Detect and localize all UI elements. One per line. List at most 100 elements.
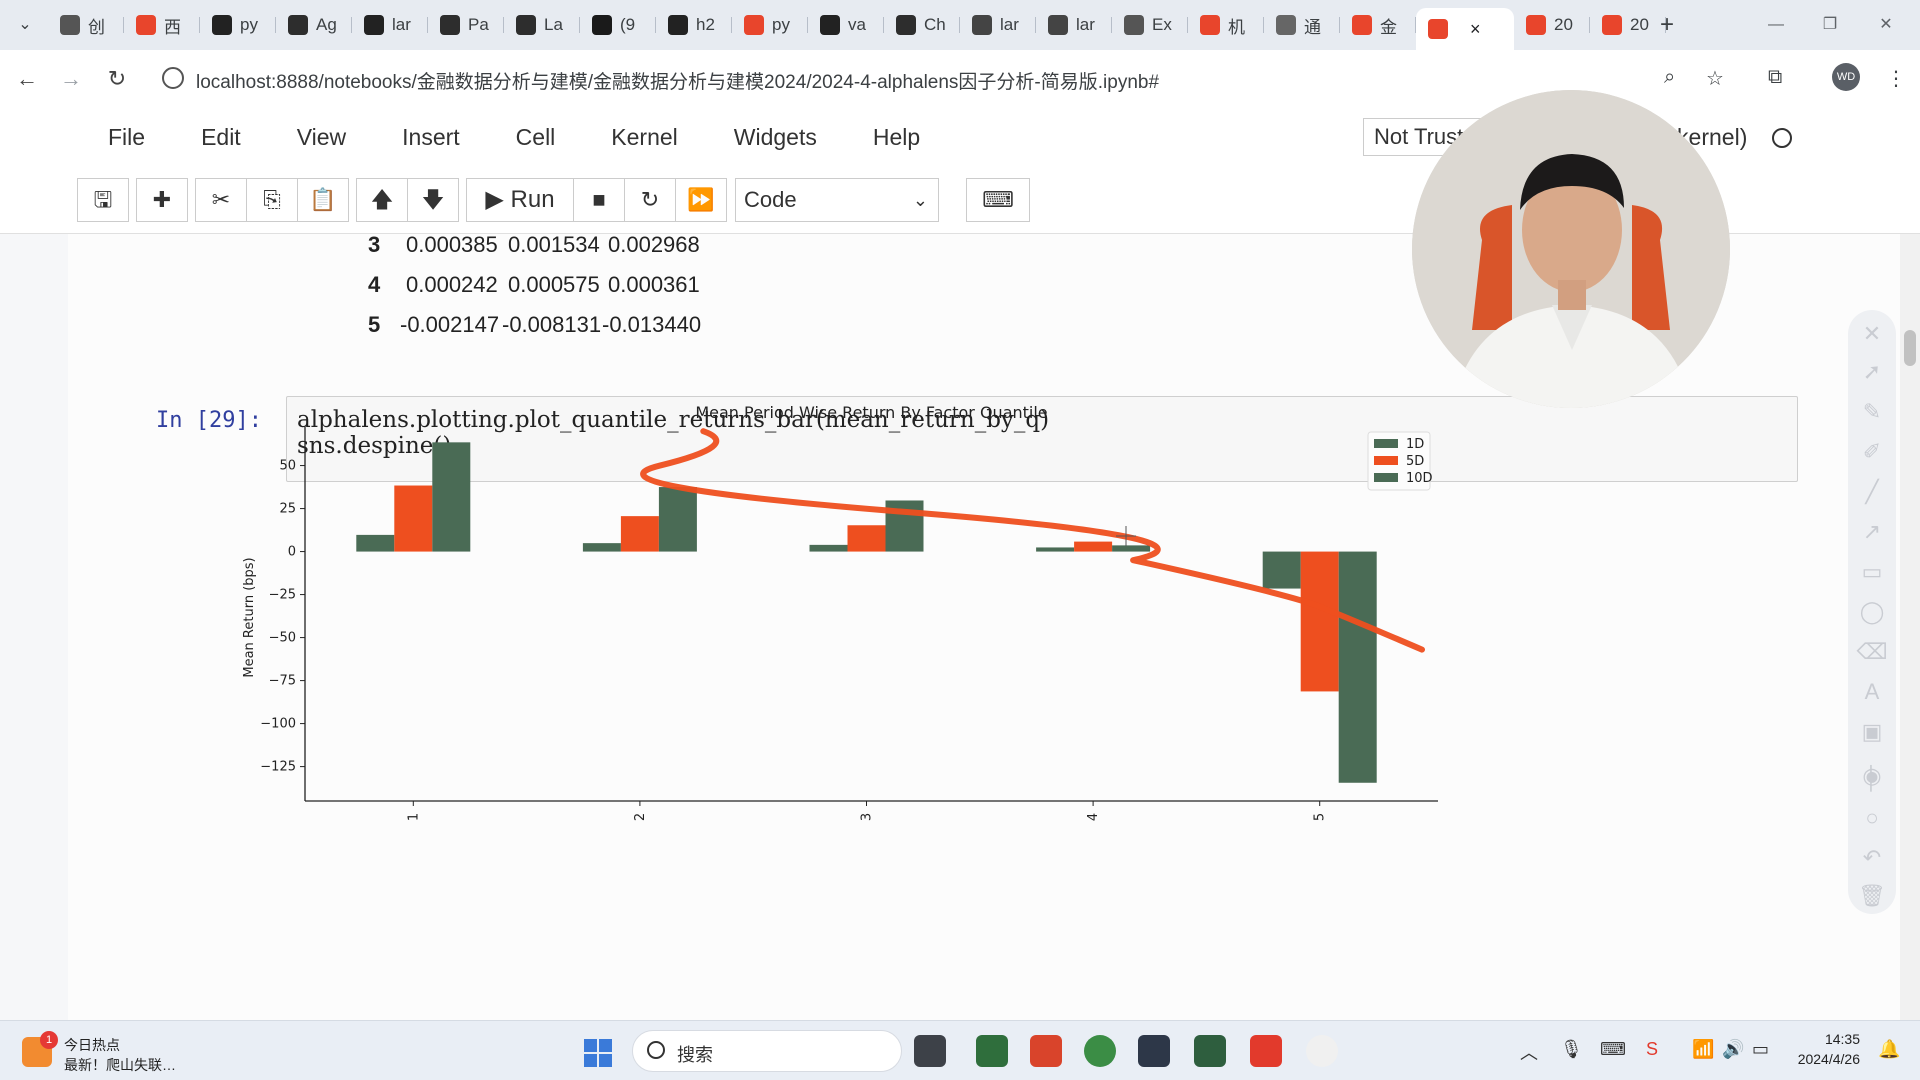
tab-search-icon[interactable]: ⌄ — [10, 10, 40, 40]
new-tab-button[interactable]: + — [1652, 10, 1682, 40]
tab-7[interactable]: (9 — [580, 8, 656, 42]
close-icon[interactable]: ✕ — [1848, 316, 1896, 352]
arrow-icon[interactable]: ↗ — [1848, 514, 1896, 550]
tab-3[interactable]: Ag — [276, 8, 352, 42]
url-text[interactable]: localhost:8888/notebooks/金融数据分析与建模/金融数据分… — [196, 67, 1159, 94]
windows-start-icon[interactable] — [584, 1039, 612, 1067]
tab-extra-0[interactable]: 20 — [1514, 8, 1590, 42]
minimize-button[interactable]: — — [1756, 10, 1796, 40]
page-scrollbar[interactable] — [1900, 234, 1920, 1020]
move-down-icon[interactable]: 🡇 — [407, 178, 459, 222]
tab-15[interactable]: 机 — [1188, 8, 1264, 42]
browser-menu-icon[interactable]: ⋮ — [1886, 66, 1906, 91]
eraser-icon[interactable]: ⌫ — [1848, 634, 1896, 670]
folder-app-icon[interactable] — [1030, 1035, 1062, 1067]
legend-swatch-1d — [1374, 439, 1398, 448]
restart-icon[interactable]: ↻ — [624, 178, 676, 222]
circle-icon[interactable]: ○ — [1848, 800, 1896, 836]
close-window-button[interactable]: ✕ — [1866, 10, 1906, 40]
menu-file[interactable]: File — [108, 124, 145, 151]
tab-active[interactable]: × — [1416, 8, 1514, 50]
menu-view[interactable]: View — [297, 124, 346, 151]
highlighter-icon[interactable]: ✐ — [1848, 434, 1896, 470]
reload-icon[interactable]: ↻ — [102, 64, 132, 94]
site-info-icon[interactable] — [162, 67, 184, 89]
news-widget[interactable]: 1 今日热点 最新！爬山失联… — [22, 1031, 222, 1073]
battery-icon[interactable]: ▭ — [1752, 1039, 1769, 1060]
profile-avatar[interactable]: WD — [1832, 63, 1860, 91]
extensions-icon[interactable]: ⧉ — [1768, 66, 1782, 89]
tab-12[interactable]: lar — [960, 8, 1036, 42]
record-icon[interactable]: ◉ — [1848, 758, 1896, 794]
tray-chevron-icon[interactable]: ︿ — [1520, 1039, 1538, 1065]
scroll-thumb[interactable] — [1904, 330, 1916, 366]
tab-0[interactable]: 创 — [48, 8, 124, 42]
wifi-icon[interactable]: 📶 — [1692, 1039, 1714, 1060]
tab-16[interactable]: 通 — [1264, 8, 1340, 42]
taskbar-search[interactable]: 搜索 — [632, 1030, 902, 1072]
run-button[interactable]: ▶ Run — [466, 178, 574, 222]
tab-4[interactable]: lar — [352, 8, 428, 42]
menu-help[interactable]: Help — [873, 124, 920, 151]
move-up-icon[interactable]: 🡅 — [356, 178, 408, 222]
tab-5[interactable]: Pa — [428, 8, 504, 42]
terminal-app-icon[interactable] — [976, 1035, 1008, 1067]
tab-13[interactable]: lar — [1036, 8, 1112, 42]
image-icon[interactable]: ▣ — [1848, 714, 1896, 750]
interrupt-icon[interactable]: ■ — [573, 178, 625, 222]
undo-icon[interactable]: ↶ — [1848, 840, 1896, 876]
task-view-icon[interactable] — [914, 1035, 946, 1067]
clock[interactable]: 14:35 2024/4/26 — [1770, 1029, 1860, 1069]
cut-icon[interactable]: ✂ — [195, 178, 247, 222]
line-icon[interactable]: ╱ — [1848, 474, 1896, 510]
forward-icon[interactable]: → — [56, 64, 86, 94]
restore-button[interactable]: ❐ — [1810, 10, 1850, 40]
tab-11[interactable]: Ch — [884, 8, 960, 42]
tab-list: 创 西 py Ag lar Pa La (9 h2 py va Ch lar lar Ex 机 通 金 × 20 20 — [48, 8, 1666, 50]
notification-icon[interactable]: 🔔 — [1878, 1039, 1900, 1060]
paste-icon[interactable]: 📋 — [297, 178, 349, 222]
pycharm-app-icon[interactable] — [1194, 1035, 1226, 1067]
copy-icon[interactable]: ⎘ — [246, 178, 298, 222]
wps-app-icon[interactable] — [1250, 1035, 1282, 1067]
menu-edit[interactable]: Edit — [201, 124, 241, 151]
news-subtitle: 最新！爬山失联… — [64, 1057, 176, 1073]
ime-icon[interactable]: ⌨ — [1600, 1039, 1626, 1060]
tab-14[interactable]: Ex — [1112, 8, 1188, 42]
tab-close-icon[interactable]: × — [1470, 19, 1481, 40]
pen-icon[interactable]: ✎ — [1848, 394, 1896, 430]
restart-run-all-icon[interactable]: ⏩ — [675, 178, 727, 222]
volume-icon[interactable]: 🔊 — [1722, 1039, 1744, 1060]
menu-cell[interactable]: Cell — [516, 124, 556, 151]
back-icon[interactable]: ← — [12, 64, 42, 94]
rectangle-icon[interactable]: ▭ — [1848, 554, 1896, 590]
recorder-app-icon[interactable] — [1306, 1035, 1338, 1067]
microphone-icon[interactable]: 🎙 — [1560, 1039, 1583, 1060]
tab-8[interactable]: h2 — [656, 8, 732, 42]
chrome-app-icon[interactable] — [1084, 1035, 1116, 1067]
tab-17[interactable]: 金 — [1340, 8, 1416, 42]
cell-type-select[interactable]: Code ⌄ — [735, 178, 939, 222]
console-app-icon[interactable] — [1138, 1035, 1170, 1067]
tab-2[interactable]: py — [200, 8, 276, 42]
tab-6-favicon-icon — [516, 15, 536, 35]
cursor-icon[interactable]: ➚ — [1848, 354, 1896, 390]
text-icon[interactable]: A — [1848, 674, 1896, 710]
menu-kernel[interactable]: Kernel — [611, 124, 677, 151]
bookmark-star-icon[interactable]: ☆ — [1706, 66, 1724, 91]
save-icon[interactable]: 🖫 — [77, 178, 129, 222]
zoom-icon[interactable]: ⌕ — [1664, 66, 1675, 89]
trash-icon[interactable]: 🗑 — [1848, 878, 1896, 914]
omnibox[interactable]: localhost:8888/notebooks/金融数据分析与建模/金融数据分… — [150, 59, 1730, 99]
insert-cell-icon[interactable]: ✚ — [136, 178, 188, 222]
tab-6[interactable]: La — [504, 8, 580, 42]
wps-tray-icon[interactable]: S — [1646, 1039, 1658, 1060]
tab-9[interactable]: py — [732, 8, 808, 42]
menu-widgets[interactable]: Widgets — [734, 124, 817, 151]
menu-insert[interactable]: Insert — [402, 124, 460, 151]
tab-7-label: (9 — [620, 15, 636, 34]
tab-1[interactable]: 西 — [124, 8, 200, 42]
tab-10[interactable]: va — [808, 8, 884, 42]
ellipse-icon[interactable]: ◯ — [1848, 594, 1896, 630]
keyboard-icon[interactable]: ⌨ — [966, 178, 1030, 222]
